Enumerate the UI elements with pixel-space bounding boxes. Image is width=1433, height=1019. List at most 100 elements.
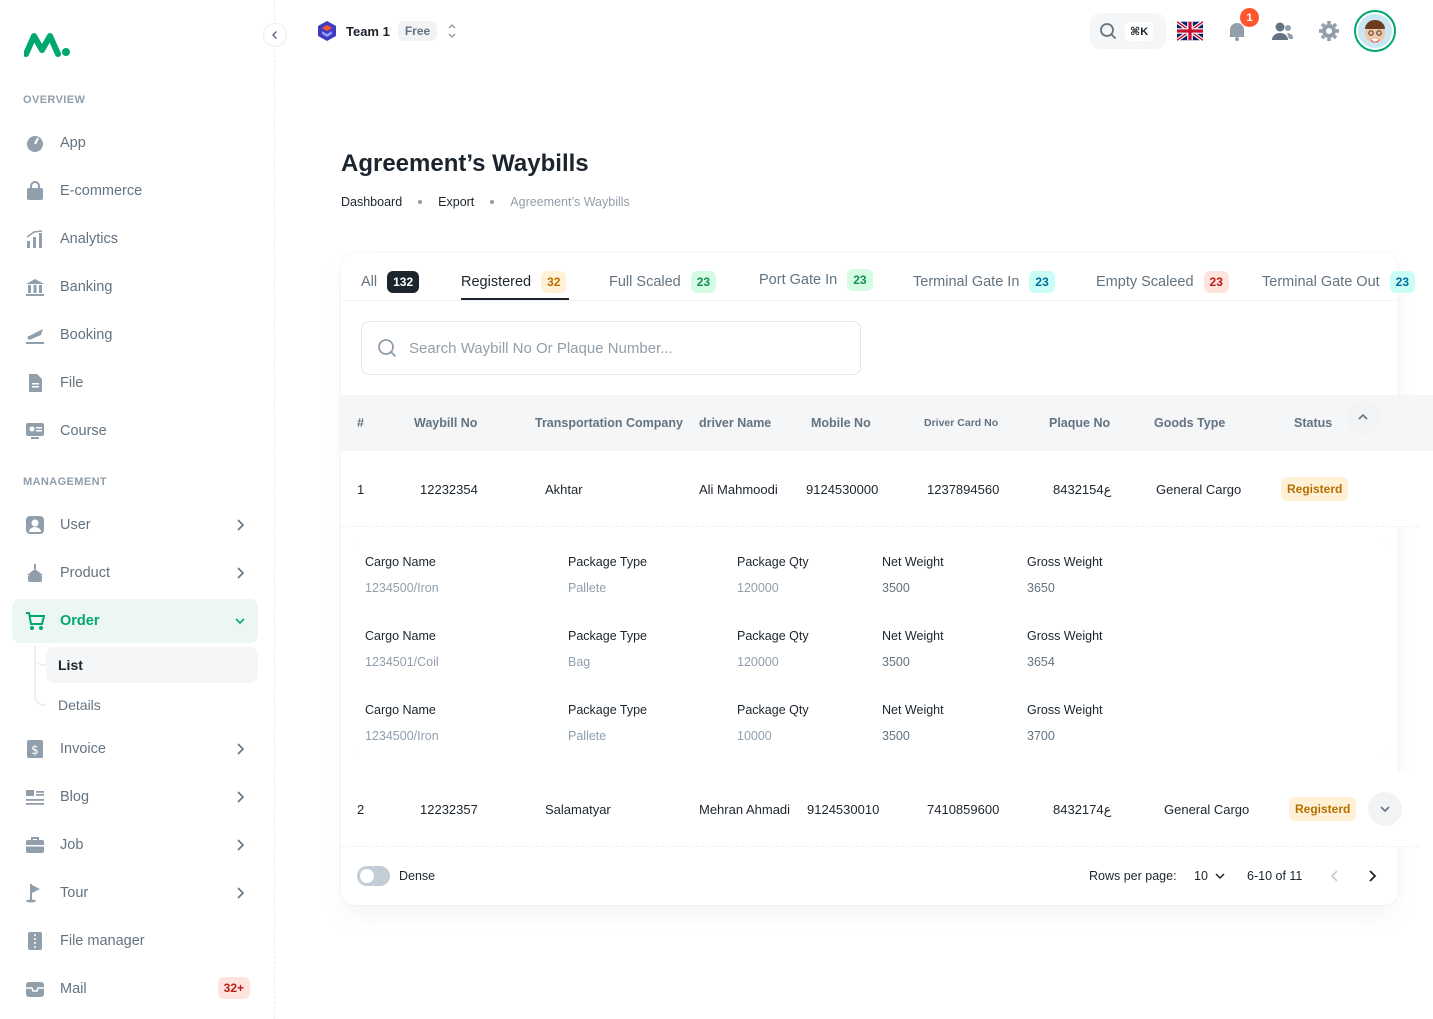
chevron-down-icon — [235, 618, 245, 625]
sidebar-item-label: Analytics — [60, 231, 119, 247]
chevron-right-icon — [237, 519, 245, 531]
tab-label: Registered — [461, 274, 532, 290]
tab-empty-scaleed[interactable]: Empty Scaleed 23 — [1096, 264, 1229, 300]
detail-package-type: Pallete — [568, 581, 607, 595]
team-switcher[interactable]: Team 1 Free — [316, 20, 459, 42]
collapse-sidebar-button[interactable] — [263, 23, 287, 47]
detail-label-cargo-name: Cargo Name — [365, 703, 436, 717]
pagination-range: 6-10 of 11 — [1247, 869, 1303, 883]
sidebar-item-invoice[interactable]: $ Invoice — [12, 727, 258, 771]
svg-text:$: $ — [31, 743, 39, 757]
tab-label: Port Gate In — [759, 272, 838, 288]
cell-driver-card-no: 7410859600 — [927, 802, 1000, 817]
sidebar-subitem-details[interactable]: Details — [46, 687, 258, 723]
tab-count: 23 — [847, 269, 873, 291]
course-icon — [24, 420, 46, 442]
tab-port-gate-in[interactable]: Port Gate In 23 — [759, 262, 873, 298]
language-button[interactable] — [1177, 18, 1203, 44]
prev-page-button[interactable] — [1327, 867, 1343, 890]
tab-label: Terminal Gate In — [913, 274, 1020, 290]
collapse-row-button[interactable] — [1346, 400, 1380, 434]
section-title-overview: OVERVIEW — [23, 94, 86, 106]
global-search-button[interactable]: ⌘K — [1090, 13, 1166, 49]
sidebar-item-blog[interactable]: Blog — [12, 775, 258, 819]
sidebar-item-label: Booking — [60, 327, 113, 343]
avatar-face-icon — [1365, 20, 1385, 43]
blog-icon — [24, 786, 46, 808]
dense-toggle[interactable] — [357, 866, 390, 886]
user-avatar[interactable] — [1354, 10, 1396, 52]
expand-row-button[interactable] — [1368, 792, 1402, 826]
sidebar-item-label: App — [60, 135, 86, 151]
detail-label-cargo-name: Cargo Name — [365, 629, 436, 643]
sidebar-item-file-manager[interactable]: File manager — [12, 919, 258, 963]
breadcrumb-current: Agreement’s Waybills — [510, 195, 630, 209]
folder-icon — [24, 930, 46, 952]
breadcrumb-dashboard[interactable]: Dashboard — [341, 195, 402, 209]
sidebar-item-course[interactable]: Course — [12, 409, 258, 453]
tab-terminal-gate-in[interactable]: Terminal Gate In 23 — [913, 264, 1055, 300]
tab-full-scaled[interactable]: Full Scaled 23 — [609, 264, 717, 300]
mail-count-badge: 32+ — [217, 977, 250, 999]
sidebar-item-booking[interactable]: Booking — [12, 313, 258, 357]
sidebar-item-ecommerce[interactable]: E-commerce — [12, 169, 258, 213]
flag-icon — [24, 882, 46, 904]
tab-label: Terminal Gate Out — [1262, 274, 1380, 290]
detail-net-weight: 3500 — [882, 729, 910, 743]
sidebar-item-tour[interactable]: Tour — [12, 871, 258, 915]
team-logo-icon — [318, 21, 336, 41]
tab-terminal-gate-out[interactable]: Terminal Gate Out 23 — [1262, 264, 1416, 300]
sidebar-item-label: Job — [60, 837, 84, 853]
status-badge: Registerd — [1289, 797, 1357, 821]
contacts-button[interactable] — [1269, 18, 1295, 44]
col-driver-card-no[interactable]: Driver Card No — [924, 417, 998, 429]
detail-label-gross-weight: Gross Weight — [1027, 555, 1103, 569]
col-waybill-no[interactable]: Waybill No — [414, 416, 477, 430]
sidebar-item-app[interactable]: App — [12, 121, 258, 165]
col-transportation-company[interactable]: Transportation Company — [535, 416, 683, 430]
dense-label: Dense — [399, 869, 436, 883]
table-row[interactable] — [341, 771, 1419, 847]
waybill-search-input[interactable]: Search Waybill No Or Plaque Number... — [361, 321, 861, 375]
sidebar-item-job[interactable]: Job — [12, 823, 258, 867]
sidebar-subitem-list[interactable]: List — [46, 647, 258, 683]
col-driver-name[interactable]: driver Name — [699, 416, 771, 430]
breadcrumb-export[interactable]: Export — [438, 195, 474, 209]
detail-gross-weight: 3650 — [1027, 581, 1055, 595]
detail-label-net-weight: Net Weight — [882, 703, 944, 717]
sidebar-item-order[interactable]: Order — [12, 599, 258, 643]
rows-per-page-select[interactable]: 10 — [1194, 869, 1226, 883]
sidebar-item-mail[interactable]: Mail 32+ — [12, 967, 258, 1011]
sidebar-item-file[interactable]: File — [12, 361, 258, 405]
col-mobile-no[interactable]: Mobile No — [811, 416, 871, 430]
tab-registered[interactable]: Registered 32 — [461, 264, 567, 300]
col-goods-type[interactable]: Goods Type — [1154, 416, 1225, 430]
next-page-button[interactable] — [1364, 867, 1380, 890]
cart-icon — [24, 610, 46, 632]
tab-count: 32 — [541, 271, 567, 293]
detail-label-gross-weight: Gross Weight — [1027, 703, 1103, 717]
chevron-left-icon — [1330, 870, 1338, 882]
cell-driver-card-no: 1237894560 — [927, 482, 1000, 497]
col-status[interactable]: Status — [1294, 416, 1332, 430]
sidebar-item-product[interactable]: Product — [12, 551, 258, 595]
chevron-right-icon — [237, 839, 245, 851]
sidebar-item-user[interactable]: User — [12, 503, 258, 547]
tab-all[interactable]: All 132 — [361, 264, 420, 300]
breadcrumb-separator — [490, 200, 495, 204]
detail-package-qty: 120000 — [737, 655, 779, 669]
logo[interactable] — [23, 30, 72, 63]
cell-goods-type: General Cargo — [1156, 482, 1242, 497]
sidebar-item-label: Invoice — [60, 741, 106, 757]
sidebar-item-analytics[interactable]: Analytics — [12, 217, 258, 261]
cell-goods-type: General Cargo — [1164, 802, 1250, 817]
table-row[interactable] — [341, 451, 1419, 527]
sidebar-item-banking[interactable]: Banking — [12, 265, 258, 309]
product-icon — [24, 562, 46, 584]
section-title-management: MANAGEMENT — [23, 476, 108, 488]
mail-icon — [24, 978, 46, 1000]
col-plaque-no[interactable]: Plaque No — [1049, 416, 1110, 430]
tab-label: All — [361, 274, 378, 290]
sidebar-item-label: Order — [60, 613, 100, 629]
settings-button[interactable] — [1316, 18, 1342, 44]
